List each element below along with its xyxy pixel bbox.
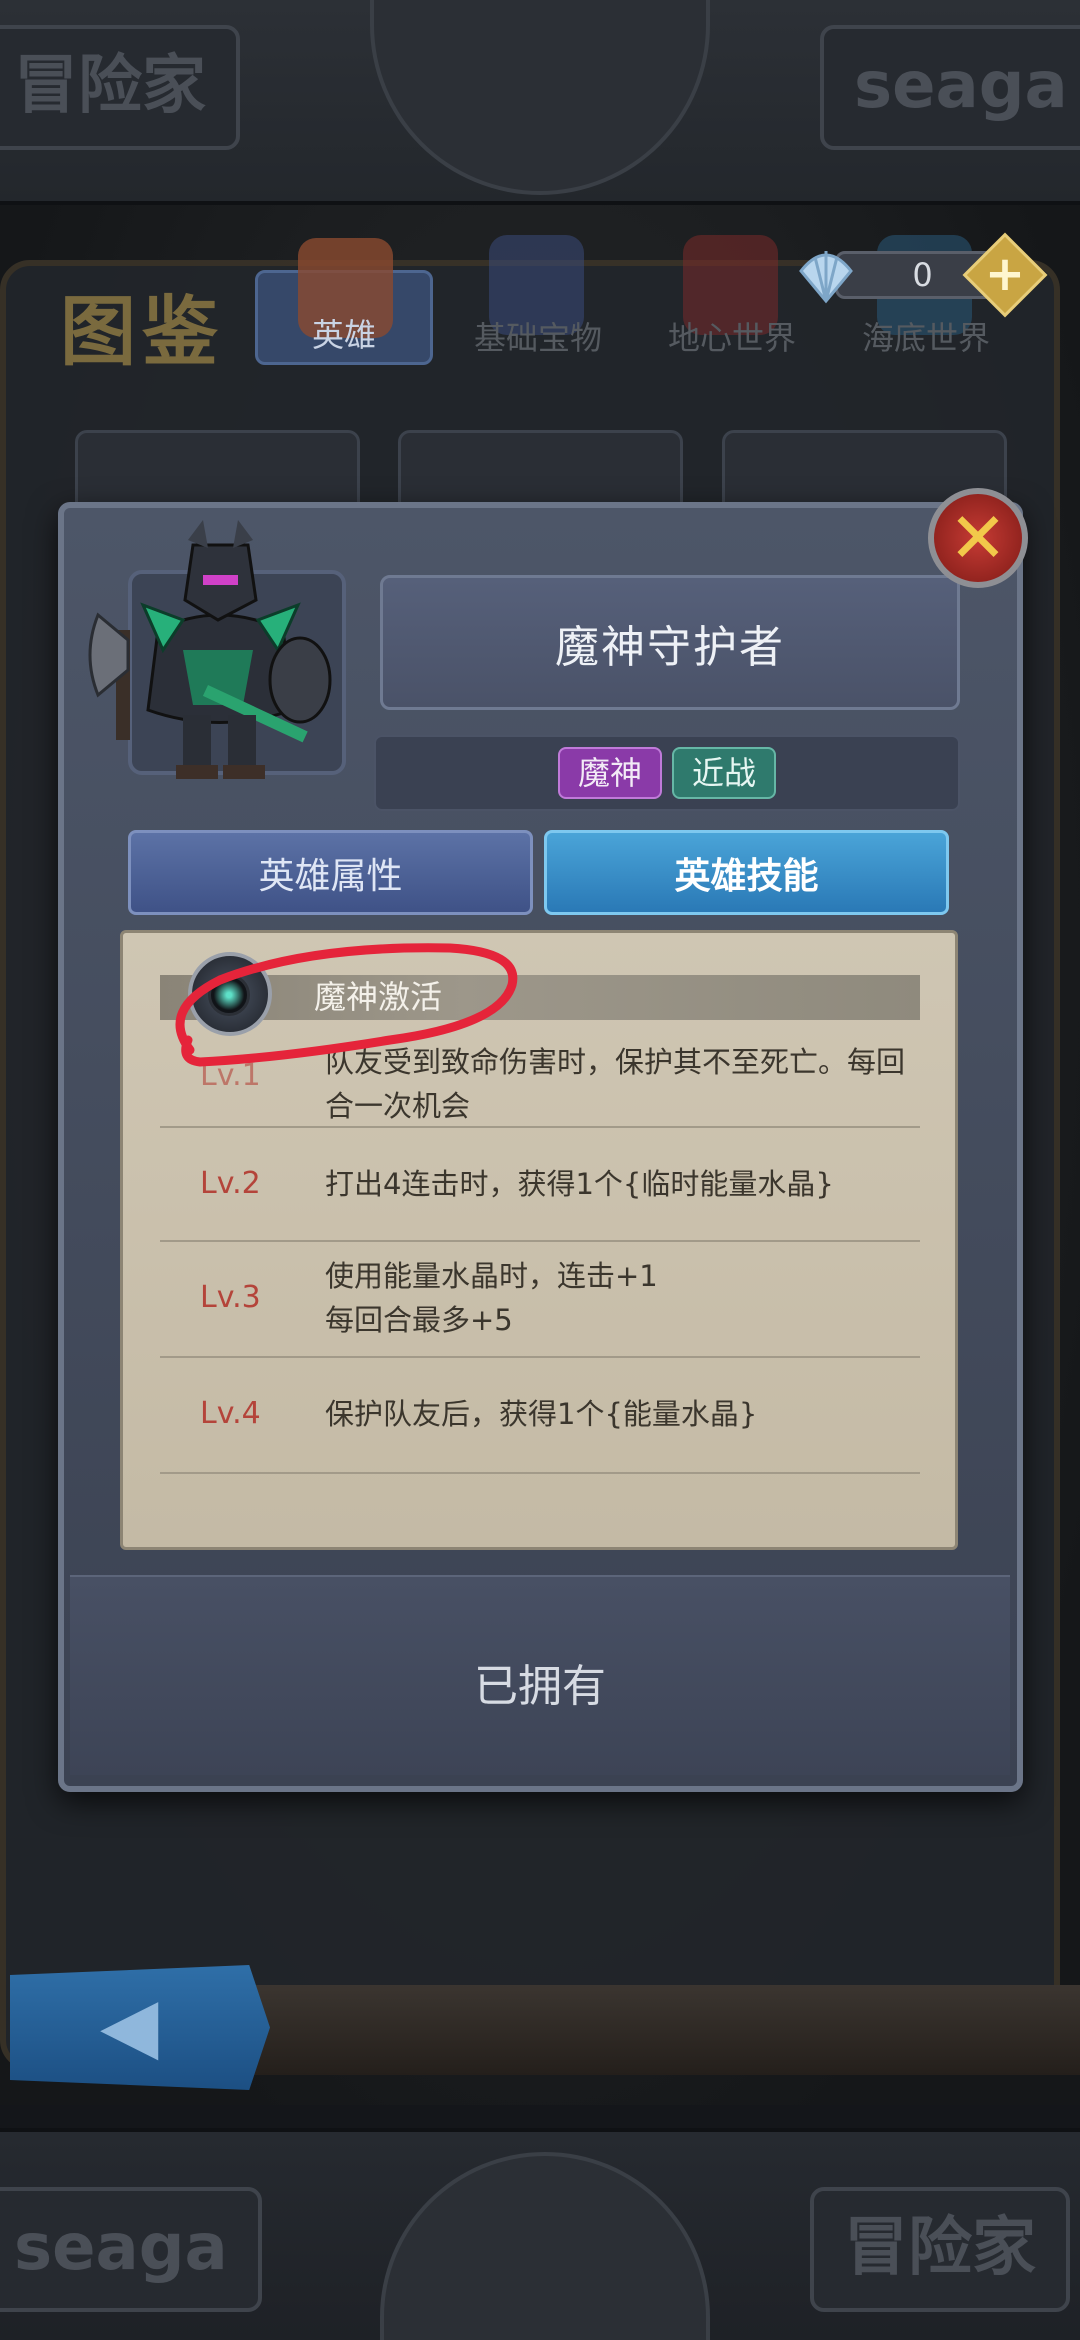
tab-heroes[interactable]: 英雄 — [255, 238, 433, 365]
hero-tags: 魔神 近战 — [374, 735, 960, 811]
level-description: 使用能量水晶时，连击+1 每回合最多+5 — [325, 1259, 658, 1337]
bottom-left-plate: seaga — [0, 2187, 262, 2312]
top-right-plate: seaga — [820, 25, 1080, 150]
skill-level-row: Lv.4 保护队友后，获得1个{能量水晶} — [160, 1358, 920, 1474]
level-label: Lv.2 — [200, 1166, 261, 1201]
hero-skills-tab[interactable]: 英雄技能 — [544, 830, 949, 915]
level-label: Lv.1 — [200, 1058, 261, 1093]
skill-header-bar — [160, 975, 920, 1020]
hero-name-box: 魔神守护者 — [380, 575, 960, 710]
owned-status: 已拥有 — [474, 1661, 606, 1712]
hero-name: 魔神守护者 — [555, 621, 785, 673]
bottom-emblem — [380, 2152, 710, 2340]
close-button[interactable]: ✕ — [928, 488, 1028, 588]
skill-level-row: Lv.3 使用能量水晶时，连击+1 每回合最多+5 — [160, 1242, 920, 1358]
hero-attributes-tab[interactable]: 英雄属性 — [128, 830, 533, 915]
level-label: Lv.4 — [200, 1396, 261, 1431]
bottom-banner: seaga 冒险家 — [0, 2128, 1080, 2340]
bottom-right-plate: 冒险家 — [810, 2187, 1070, 2312]
book-edge — [170, 1985, 1080, 2075]
tab-heroes-label: 英雄 — [311, 316, 376, 354]
top-emblem — [370, 0, 710, 195]
album-title: 图鉴 — [60, 287, 224, 376]
back-arrow-icon: ◀ — [100, 1980, 159, 2069]
tab-basic-treasures[interactable]: 基础宝物 — [449, 235, 627, 365]
tab-basic-treasures-label: 基础宝物 — [473, 319, 602, 357]
skill-level-row: Lv.2 打出4连击时，获得1个{临时能量水晶} — [160, 1128, 920, 1242]
level-description: 保护队友后，获得1个{能量水晶} — [325, 1397, 758, 1431]
hero-portrait-image — [88, 520, 348, 785]
level-description: 打出4连击时，获得1个{临时能量水晶} — [325, 1167, 834, 1201]
tab-undersea-world-label: 海底世界 — [861, 319, 990, 357]
plus-icon: + — [984, 246, 1026, 302]
top-left-plate: 冒险家 — [0, 25, 240, 150]
back-button[interactable]: ◀ — [10, 1965, 270, 2090]
skill-icon — [188, 952, 272, 1036]
skill-level-row: Lv.1 队友受到致命伤害时，保护其不至死亡。每回合一次机会 — [160, 1020, 920, 1128]
level-label: Lv.3 — [200, 1280, 261, 1315]
faction-tag: 魔神 — [557, 747, 662, 799]
range-tag: 近战 — [672, 747, 777, 799]
cannon-lens-icon — [208, 974, 250, 1016]
tab-inner-world-label: 地心世界 — [667, 319, 796, 357]
level-description: 队友受到致命伤害时，保护其不至死亡。每回合一次机会 — [325, 1045, 906, 1123]
top-banner: 冒险家 seaga — [0, 0, 1080, 205]
shell-icon — [795, 243, 857, 305]
skill-name: 魔神激活 — [314, 978, 443, 1016]
shell-currency: 0 + — [795, 232, 1048, 318]
close-icon: ✕ — [948, 497, 1008, 579]
